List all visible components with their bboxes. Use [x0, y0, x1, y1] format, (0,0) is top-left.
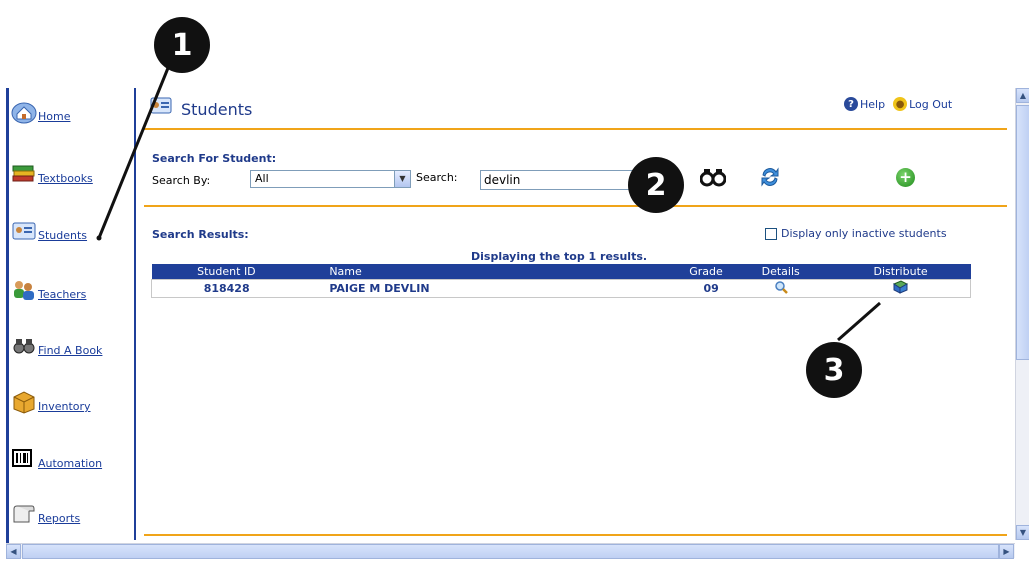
box-icon	[11, 390, 37, 414]
divider	[144, 128, 1007, 130]
sidebar-item-find-a-book[interactable]: Find A Book	[11, 334, 102, 358]
sidebar: Home Textbooks Students Teachers Find A …	[9, 88, 136, 540]
sidebar-item-label: Students	[38, 229, 88, 242]
sidebar-item-teachers[interactable]: Teachers	[11, 278, 86, 302]
sidebar-item-inventory[interactable]: Inventory	[11, 390, 91, 414]
main-content: Students ? Help ● Log Out Search For Stu…	[139, 88, 1007, 540]
callout-2: 2	[628, 157, 684, 213]
details-cell	[730, 279, 831, 298]
search-heading: Search For Student:	[152, 152, 277, 165]
magnifier-icon[interactable]	[774, 280, 788, 297]
vertical-scrollbar[interactable]: ▲ ▼	[1015, 88, 1029, 540]
inactive-label: Display only inactive students	[781, 227, 947, 240]
help-link[interactable]: Help	[860, 98, 885, 111]
add-student-button[interactable]: +	[896, 168, 915, 187]
horizontal-scrollbar[interactable]: ◀ ▶	[6, 543, 1015, 559]
binoculars-icon	[11, 334, 37, 358]
header-links: ? Help ● Log Out	[844, 97, 952, 111]
grade-cell: 09	[551, 279, 731, 298]
sidebar-item-label: Teachers	[38, 288, 87, 301]
results-heading: Search Results:	[152, 228, 249, 241]
chevron-down-icon[interactable]: ▼	[394, 171, 410, 187]
sidebar-item-home[interactable]: Home	[11, 100, 70, 124]
student-id-cell: 818428	[151, 279, 302, 298]
column-header: Distribute	[830, 264, 971, 279]
sidebar-item-label: Automation	[38, 457, 103, 470]
sidebar-item-label: Find A Book	[38, 344, 103, 357]
table-header-row: Student ID Name Grade Details Distribute	[151, 264, 971, 279]
search-by-select[interactable]: All ▼	[250, 170, 411, 188]
callout-1: 1	[154, 17, 210, 73]
sidebar-item-textbooks[interactable]: Textbooks	[11, 162, 93, 186]
page-title: Students	[181, 100, 253, 119]
teachers-icon	[11, 278, 37, 302]
sidebar-item-label: Textbooks	[38, 172, 93, 185]
table-row: 818428 PAIGE M DEVLIN 09	[151, 279, 971, 298]
logout-icon: ●	[893, 97, 908, 111]
scroll-down-icon[interactable]: ▼	[1016, 525, 1029, 540]
sidebar-item-students[interactable]: Students	[11, 219, 87, 243]
divider	[144, 205, 1007, 207]
sidebar-item-automation[interactable]: Automation	[11, 447, 102, 471]
books-icon	[11, 162, 37, 186]
refresh-button[interactable]	[759, 166, 781, 188]
scroll-right-icon[interactable]: ▶	[999, 544, 1014, 559]
column-header: Grade	[551, 264, 731, 279]
column-header: Details	[730, 264, 831, 279]
results-count: Displaying the top 1 results.	[471, 250, 648, 263]
student-card-icon	[11, 219, 37, 243]
search-by-value: All	[255, 172, 269, 185]
inactive-filter: Display only inactive students	[765, 227, 947, 240]
horizontal-scroll-thumb[interactable]	[22, 544, 999, 559]
callout-3: 3	[806, 342, 862, 398]
student-card-icon	[150, 96, 172, 116]
sidebar-item-reports[interactable]: Reports	[11, 502, 80, 526]
search-label: Search:	[416, 171, 458, 184]
barcode-icon	[11, 447, 37, 471]
sidebar-item-label: Reports	[38, 512, 81, 525]
distribute-cell	[830, 279, 971, 298]
vertical-scroll-thumb[interactable]	[1016, 105, 1029, 360]
app-window: Home Textbooks Students Teachers Find A …	[6, 88, 1029, 561]
sidebar-item-label: Home	[38, 110, 71, 123]
scroll-left-icon[interactable]: ◀	[6, 544, 21, 559]
divider	[144, 534, 1007, 536]
logout-link[interactable]: Log Out	[909, 98, 952, 111]
home-icon	[11, 100, 37, 124]
distribute-book-icon[interactable]	[892, 279, 909, 297]
student-name-cell: PAIGE M DEVLIN	[301, 279, 551, 298]
search-by-label: Search By:	[152, 174, 211, 187]
scroll-up-icon[interactable]: ▲	[1016, 88, 1029, 103]
scroll-icon	[11, 502, 37, 526]
search-button[interactable]	[699, 167, 727, 187]
column-header: Student ID	[151, 264, 302, 279]
sidebar-item-label: Inventory	[38, 400, 91, 413]
column-header: Name	[301, 264, 551, 279]
help-icon: ?	[844, 97, 858, 111]
results-table: Student ID Name Grade Details Distribute…	[151, 264, 971, 298]
search-input[interactable]	[480, 170, 650, 190]
inactive-checkbox[interactable]	[765, 227, 777, 240]
